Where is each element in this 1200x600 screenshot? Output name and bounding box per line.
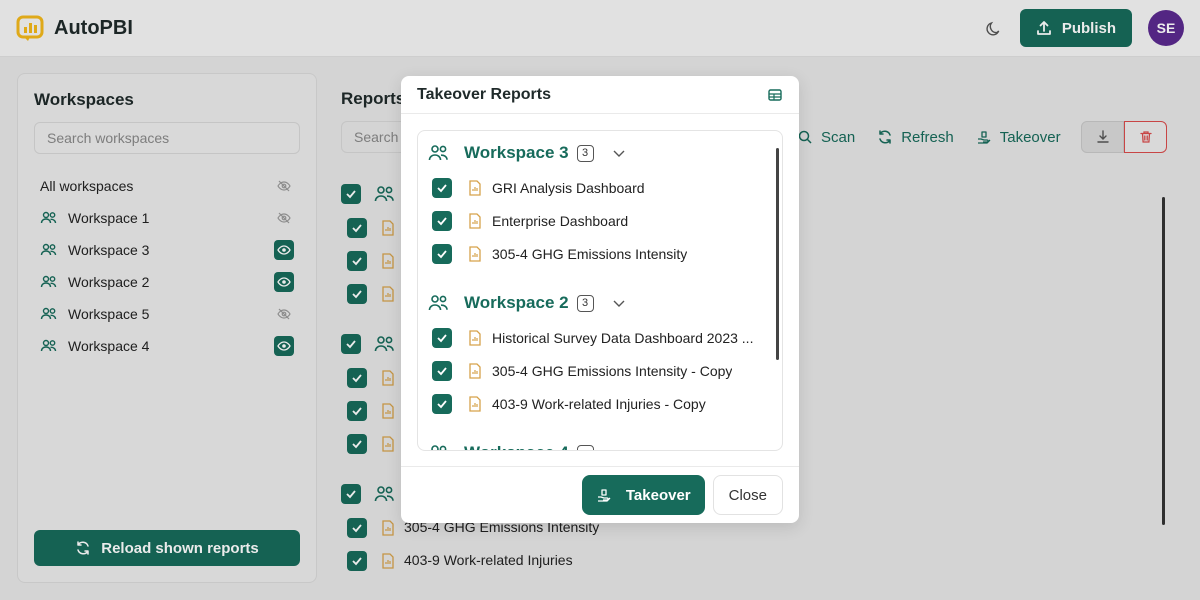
list-item[interactable]: 305-4 GHG Emissions Intensity: [418, 237, 768, 270]
report-checkbox[interactable]: [432, 177, 452, 198]
takeover-label: Takeover: [625, 486, 691, 504]
report-label: 305-4 GHG Emissions Intensity - Copy: [492, 362, 733, 379]
count-badge: [576, 444, 594, 450]
dialog-footer: Takeover Close: [401, 466, 799, 523]
list-item[interactable]: 403-9 Work-related Injuries - Copy: [418, 387, 768, 420]
report-file-icon: [468, 245, 482, 262]
workspace-group-name: Workspace 2: [464, 293, 569, 312]
dialog-scrollbar[interactable]: [776, 148, 779, 360]
hand-icon: [597, 489, 611, 502]
chevron-down-icon[interactable]: [612, 146, 626, 160]
report-file-icon: [468, 212, 482, 229]
report-checkbox[interactable]: [432, 210, 452, 231]
users-icon: [428, 293, 450, 313]
report-checkbox[interactable]: [432, 243, 452, 264]
report-file-icon: [468, 362, 482, 379]
report-label: GRI Analysis Dashboard: [492, 179, 645, 196]
workspace-group: Workspace 4: [418, 435, 768, 450]
list-item[interactable]: Enterprise Dashboard: [418, 204, 768, 237]
report-file-icon: [468, 395, 482, 412]
report-checkbox[interactable]: [432, 327, 452, 348]
count-badge: 3: [576, 144, 594, 162]
count-badge: 3: [576, 294, 594, 312]
report-checkbox[interactable]: [432, 393, 452, 414]
list-item[interactable]: Historical Survey Data Dashboard 2023 ..…: [418, 321, 768, 354]
workspace-group-name: Workspace 4: [464, 443, 569, 450]
workspace-group-header[interactable]: Workspace 2 3: [418, 285, 768, 321]
report-label: Historical Survey Data Dashboard 2023 ..…: [492, 329, 754, 346]
workspace-group: Workspace 2 3 Historical Survey Data Das…: [418, 285, 768, 420]
workspace-group: Workspace 3 3 GRI Analysis Dashboard Ent…: [418, 135, 768, 270]
report-label: Enterprise Dashboard: [492, 212, 629, 229]
dialog-title: Takeover Reports: [417, 85, 551, 103]
chevron-down-icon[interactable]: [612, 296, 626, 310]
report-checkbox[interactable]: [432, 360, 452, 381]
workspace-group-name: Workspace 3: [464, 143, 569, 162]
dialog-header: Takeover Reports: [401, 76, 799, 114]
workspace-group-header[interactable]: Workspace 3 3: [418, 135, 768, 171]
report-file-icon: [468, 179, 482, 196]
close-button[interactable]: Close: [712, 475, 783, 515]
list-item[interactable]: 305-4 GHG Emissions Intensity - Copy: [418, 354, 768, 387]
users-icon: [428, 443, 450, 450]
workspace-group-header[interactable]: Workspace 4: [418, 435, 768, 450]
takeover-button[interactable]: Takeover: [581, 475, 705, 515]
table-icon[interactable]: [767, 87, 783, 103]
list-item[interactable]: GRI Analysis Dashboard: [418, 171, 768, 204]
report-label: 403-9 Work-related Injuries - Copy: [492, 395, 706, 412]
report-label: 305-4 GHG Emissions Intensity: [492, 245, 688, 262]
takeover-reports-dialog: Takeover Reports Workspace 3 3 GRI Analy…: [401, 76, 799, 523]
report-file-icon: [468, 329, 482, 346]
takeover-report-list: Workspace 3 3 GRI Analysis Dashboard Ent…: [417, 130, 783, 451]
users-icon: [428, 143, 450, 163]
